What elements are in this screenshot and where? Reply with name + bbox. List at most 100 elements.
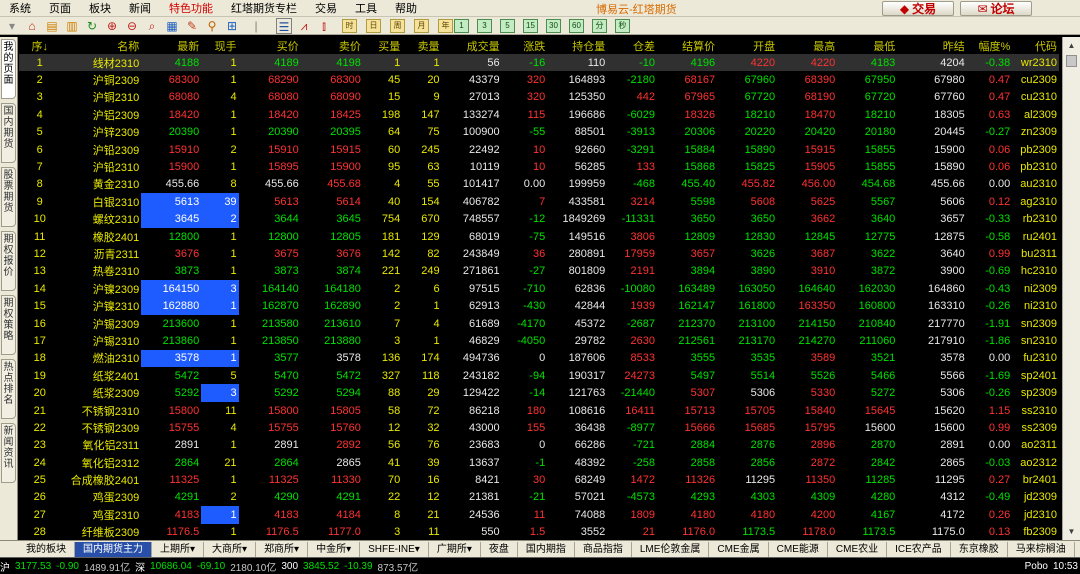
table-row[interactable]: 28 纤维板2309 1176.5 1 1176.5 1177.0 3 11 550 1.5 355… [19, 524, 1059, 540]
refresh-icon[interactable]: ↻ [84, 18, 100, 34]
column-header[interactable]: 买量 [363, 37, 402, 54]
menu-sector[interactable]: 板块 [80, 0, 120, 16]
column-header[interactable]: 开盘 [717, 37, 777, 54]
table-row[interactable]: 2 沪铜2309 68300 1 68290 68300 45 20 43379 320 16489… [19, 71, 1059, 88]
menu-system[interactable]: 系统 [0, 0, 40, 16]
interval-5-button[interactable]: 5 [500, 19, 515, 33]
interval-60-button[interactable]: 60 [569, 19, 584, 33]
column-header[interactable]: 仓差 [607, 37, 657, 54]
bottom-tab[interactable]: 东京橡胶 [951, 541, 1008, 557]
bottom-tab[interactable]: CME金属 [709, 541, 769, 557]
scroll-down-icon[interactable]: ▼ [1065, 525, 1078, 538]
column-header[interactable]: 卖价 [301, 37, 363, 54]
table-row[interactable]: 14 沪镍2309 164150 3 164140 164180 2 6 97515 -710 62… [19, 280, 1059, 298]
table-row[interactable]: 25 合成橡胶2401 11325 1 11325 11330 70 16 8421 30 6824… [19, 471, 1059, 488]
period-hour-button[interactable]: 时 [342, 19, 357, 33]
table-row[interactable]: 26 鸡蛋2309 4291 2 4290 4291 22 12 21381 -21 57021 -4… [19, 489, 1059, 506]
folder-icon[interactable]: ▤ [44, 18, 60, 34]
side-tab-my-page[interactable]: 我的页面 [1, 39, 16, 99]
dropdown-arrow-icon[interactable]: ▾ [4, 18, 20, 34]
interval-1-button[interactable]: 1 [454, 19, 469, 33]
table-view-icon[interactable]: ☰ [276, 18, 292, 34]
bottom-tab[interactable]: LME伦敦金属 [632, 541, 710, 557]
table-row[interactable]: 15 沪镍2310 162880 1 162870 162890 2 1 62913 -430 42… [19, 297, 1059, 315]
column-header[interactable]: 结算价 [657, 37, 717, 54]
table-row[interactable]: 20 纸浆2309 5292 3 5292 5294 88 29 129422 -14 121763… [19, 384, 1059, 402]
menu-tools[interactable]: 工具 [346, 0, 386, 16]
vertical-scrollbar[interactable]: ▲ ▼ [1062, 37, 1080, 540]
column-header[interactable]: 最低 [837, 37, 897, 54]
table-row[interactable]: 5 沪锌2309 20390 1 20390 20395 64 75 100900 -55 8850… [19, 124, 1059, 141]
table-row[interactable]: 22 不锈钢2309 15755 4 15755 15760 12 32 43000 155 364… [19, 419, 1059, 436]
trade-button[interactable]: ◆ 交易 [882, 1, 954, 16]
column-header[interactable]: 持仓量 [547, 37, 607, 54]
column-header[interactable]: 卖量 [402, 37, 441, 54]
bottom-tab[interactable]: 国内期指 [518, 541, 575, 557]
menu-help[interactable]: 帮助 [386, 0, 426, 16]
side-tab-domestic-futures[interactable]: 国内期货 [1, 103, 16, 163]
menu-features[interactable]: 特色功能 [160, 0, 222, 16]
column-header[interactable]: 代码 [1012, 37, 1059, 54]
table-row[interactable]: 7 沪铅2310 15900 1 15895 15900 95 63 10119 10 56285 1… [19, 158, 1059, 175]
bottom-tab[interactable]: 上期所▾ [152, 541, 205, 557]
table-row[interactable]: 1 线材2310 4188 1 4189 4198 1 1 56 -16 110 -10 4196 422… [19, 54, 1059, 72]
column-header[interactable]: 昨结 [897, 37, 966, 54]
table-row[interactable]: 23 氧化铝2311 2891 1 2891 2892 56 76 23683 0 66286 -72… [19, 437, 1059, 454]
bottom-tab[interactable]: 商品指指 [575, 541, 632, 557]
table-row[interactable]: 3 沪铜2310 68080 4 68080 68090 15 9 27013 320 125350… [19, 89, 1059, 106]
menu-page[interactable]: 页面 [40, 0, 80, 16]
table-row[interactable]: 8 黄金2310 455.66 8 455.66 455.68 4 55 101417 0.00 1… [19, 176, 1059, 193]
period-month-button[interactable]: 月 [414, 19, 429, 33]
interval-30-button[interactable]: 30 [546, 19, 561, 33]
side-tab-news[interactable]: 新闻资讯 [1, 423, 16, 483]
side-tab-hot-ranking[interactable]: 热点排名 [1, 359, 16, 419]
side-tab-option-strategy[interactable]: 期权策略 [1, 295, 16, 355]
bottom-tab[interactable]: ICE农产品 [887, 541, 951, 557]
column-header[interactable]: 买价 [239, 37, 301, 54]
bottom-tab[interactable]: 郑商所▾ [256, 541, 309, 557]
table-row[interactable]: 17 沪锡2310 213860 1 213850 213880 3 1 46829 -4050 2… [19, 332, 1059, 349]
menu-hongta-column[interactable]: 红塔期货专栏 [222, 0, 306, 16]
search-icon[interactable]: ⌕ [144, 18, 160, 34]
column-header[interactable]: 最高 [777, 37, 837, 54]
column-header[interactable]: 幅度% [967, 37, 1013, 54]
scroll-thumb[interactable] [1066, 55, 1077, 67]
table-row[interactable]: 13 热卷2310 3873 1 3873 3874 221 249 271861 -27 8018… [19, 263, 1059, 280]
home-icon[interactable]: ⌂ [24, 18, 40, 34]
line-chart-icon[interactable]: ⩘ [296, 18, 312, 34]
zoom-in-icon[interactable]: ⊕ [104, 18, 120, 34]
table-row[interactable]: 16 沪锡2309 213600 1 213580 213610 7 4 61689 -4170 4… [19, 315, 1059, 332]
book-icon[interactable]: ▥ [64, 18, 80, 34]
period-day-button[interactable]: 日 [366, 19, 381, 33]
zoom-out-icon[interactable]: ⊖ [124, 18, 140, 34]
table-row[interactable]: 24 氧化铝2312 2864 21 2864 2865 41 39 13637 -1 48392 -… [19, 454, 1059, 471]
menu-news[interactable]: 新闻 [120, 0, 160, 16]
column-header[interactable]: 涨跌 [502, 37, 548, 54]
period-week-button[interactable]: 周 [390, 19, 405, 33]
column-header[interactable]: 现手 [201, 37, 238, 54]
bottom-tab[interactable]: 马来棕榈油 [1008, 541, 1075, 557]
table-row[interactable]: 27 鸡蛋2310 4183 1 4183 4184 8 21 24536 11 74088 1809… [19, 506, 1059, 524]
table-row[interactable]: 19 纸浆2401 5472 5 5470 5472 327 118 243182 -94 1903… [19, 367, 1059, 384]
period-year-button[interactable]: 年 [438, 19, 453, 33]
interval-second-button[interactable]: 秒 [615, 19, 630, 33]
table-row[interactable]: 12 沥青2311 3676 1 3675 3676 142 82 243849 36 280891… [19, 245, 1059, 262]
layout-icon[interactable]: ⊞ [224, 18, 240, 34]
chart-icon[interactable]: ▦ [164, 18, 180, 34]
table-row[interactable]: 18 燃油2310 3578 1 3577 3578 136 174 494736 0 187606… [19, 349, 1059, 368]
bottom-tab[interactable]: 中金所▾ [308, 541, 361, 557]
forum-button[interactable]: ✉ 论坛 [960, 1, 1032, 16]
table-row[interactable]: 10 螺纹2310 3645 2 3644 3645 754 670 748557 -12 1849… [19, 210, 1059, 228]
column-header[interactable]: 最新 [141, 37, 201, 54]
filter-icon[interactable]: ⚲ [204, 18, 220, 34]
draw-icon[interactable]: ✎ [184, 18, 200, 34]
table-row[interactable]: 6 沪铅2309 15910 2 15910 15915 60 245 22492 10 92660… [19, 141, 1059, 158]
side-tab-option-quotes[interactable]: 期权报价 [1, 231, 16, 291]
scroll-up-icon[interactable]: ▲ [1065, 39, 1078, 52]
table-row[interactable]: 11 橡胶2401 12800 1 12800 12805 181 129 68019 -75 14… [19, 228, 1059, 245]
bottom-tab[interactable]: 大商所▾ [204, 541, 257, 557]
column-header[interactable]: 序↓ [19, 37, 60, 54]
interval-minute-button[interactable]: 分 [592, 19, 607, 33]
bottom-tab[interactable]: 国内期货主力 [75, 541, 152, 557]
bottom-tab[interactable]: 夜盘 [481, 541, 518, 557]
